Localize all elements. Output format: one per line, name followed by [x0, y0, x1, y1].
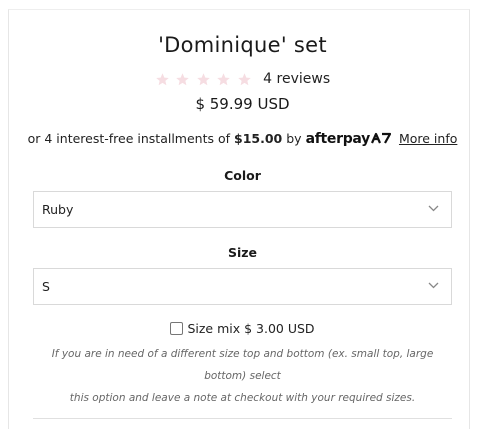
product-price: $ 59.99 USD: [195, 95, 290, 113]
divider: [33, 418, 452, 419]
afterpay-by: by: [286, 131, 302, 146]
size-mix-note: If you are in need of a different size t…: [33, 343, 452, 409]
product-title: 'Dominique' set: [158, 33, 327, 57]
more-info-link[interactable]: More info: [399, 131, 457, 146]
installment-amount: $15.00: [234, 131, 283, 146]
star-icon: [197, 72, 210, 85]
size-select-value: S: [42, 279, 50, 294]
color-label: Color: [224, 168, 261, 183]
size-mix-note-line: this option and leave a note at checkout…: [69, 392, 416, 404]
star-icon: [217, 72, 230, 85]
review-count-link[interactable]: 4 reviews: [263, 71, 330, 87]
afterpay-logo-text: afterpay: [305, 131, 371, 147]
color-select[interactable]: Ruby: [33, 191, 452, 228]
star-icon: [176, 72, 190, 85]
size-mix-option: Size mix $ 3.00 USD: [0, 321, 485, 336]
star-icon: [237, 72, 251, 85]
rating-row: 4 reviews: [0, 70, 485, 88]
star-icon: [156, 72, 169, 85]
size-mix-note-line: If you are in need of a different size t…: [51, 348, 434, 382]
afterpay-message: or 4 interest-free installments of $15.0…: [0, 131, 485, 147]
chevron-down-icon: [428, 282, 439, 289]
color-select-value: Ruby: [42, 202, 74, 217]
size-label: Size: [227, 245, 258, 260]
size-mix-label[interactable]: Size mix $ 3.00 USD: [187, 321, 314, 336]
star-rating[interactable]: [155, 70, 253, 88]
afterpay-prefix: or 4 interest-free installments of: [27, 131, 231, 146]
chevron-down-icon: [428, 205, 439, 212]
size-mix-checkbox[interactable]: [170, 322, 184, 335]
afterpay-mark-icon: [370, 132, 391, 144]
afterpay-logo: afterpay: [306, 131, 391, 147]
size-select[interactable]: S: [33, 268, 452, 305]
